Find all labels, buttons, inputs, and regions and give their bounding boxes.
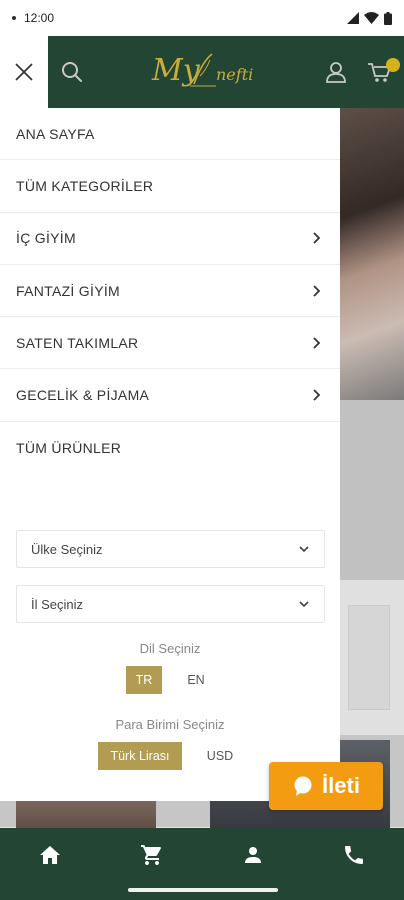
home-icon[interactable] bbox=[38, 843, 62, 867]
menu-item-nightwear-pajama[interactable]: GECELİK & PİJAMA bbox=[0, 369, 340, 422]
category-menu: ANA SAYFA TÜM KATEGORİLER İÇ GİYİM FANTA… bbox=[0, 108, 340, 474]
menu-item-label: ANA SAYFA bbox=[16, 125, 95, 142]
city-select-value: İl Seçiniz bbox=[31, 596, 84, 612]
city-select[interactable]: İl Seçiniz bbox=[16, 585, 325, 623]
menu-item-all-categories[interactable]: TÜM KATEGORİLER bbox=[0, 160, 340, 213]
currency-title: Para Birimi Seçiniz bbox=[115, 717, 225, 732]
menu-item-all-products[interactable]: TÜM ÜRÜNLER bbox=[0, 422, 340, 474]
status-bar: 12:00 bbox=[0, 0, 404, 36]
close-icon bbox=[15, 63, 33, 81]
menu-item-label: İÇ GİYİM bbox=[16, 230, 76, 247]
language-options: TR EN bbox=[0, 666, 340, 694]
notification-dot-icon bbox=[12, 16, 16, 20]
user-icon[interactable] bbox=[241, 843, 265, 867]
menu-item-fantasy-wear[interactable]: FANTAZİ GİYİM bbox=[0, 265, 340, 318]
battery-icon bbox=[384, 11, 392, 25]
wifi-icon bbox=[364, 12, 379, 24]
chat-button[interactable]: İleti bbox=[269, 762, 383, 810]
menu-item-label: GECELİK & PİJAMA bbox=[16, 387, 150, 404]
account-icon[interactable] bbox=[322, 58, 350, 86]
app-header: My nefti bbox=[0, 36, 404, 108]
menu-item-satin-sets[interactable]: SATEN TAKIMLAR bbox=[0, 317, 340, 370]
language-title: Dil Seçiniz bbox=[139, 641, 201, 656]
gesture-home-bar bbox=[128, 888, 278, 892]
chat-label: İleti bbox=[322, 773, 360, 798]
chevron-right-icon bbox=[313, 337, 321, 349]
language-en-button[interactable]: EN bbox=[178, 666, 214, 694]
menu-item-label: TÜM KATEGORİLER bbox=[16, 177, 154, 194]
status-icons bbox=[347, 11, 392, 25]
chevron-down-icon bbox=[299, 546, 309, 553]
menu-item-home[interactable]: ANA SAYFA bbox=[0, 108, 340, 161]
brand-logo[interactable]: My nefti bbox=[150, 46, 270, 98]
navigation-drawer: ANA SAYFA TÜM KATEGORİLER İÇ GİYİM FANTA… bbox=[0, 108, 340, 801]
chevron-right-icon bbox=[313, 389, 321, 401]
phone-icon[interactable] bbox=[342, 843, 366, 867]
country-select[interactable]: Ülke Seçiniz bbox=[16, 530, 325, 568]
chevron-down-icon bbox=[299, 601, 309, 608]
menu-item-label: TÜM ÜRÜNLER bbox=[16, 439, 122, 456]
currency-try-button[interactable]: Türk Lirası bbox=[98, 742, 182, 770]
shopping-cart-icon[interactable] bbox=[140, 843, 164, 867]
menu-item-label: SATEN TAKIMLAR bbox=[16, 334, 139, 351]
chevron-right-icon bbox=[313, 232, 321, 244]
menu-item-label: FANTAZİ GİYİM bbox=[16, 282, 120, 299]
chat-bubble-icon bbox=[294, 776, 312, 796]
bottom-navigation bbox=[0, 828, 404, 900]
close-drawer-button[interactable] bbox=[0, 36, 48, 108]
logo-mark: My nefti bbox=[151, 53, 253, 88]
cart-badge bbox=[386, 58, 400, 72]
search-icon[interactable] bbox=[58, 58, 86, 86]
logo-text-right: nefti bbox=[216, 65, 253, 84]
chevron-right-icon bbox=[313, 284, 321, 297]
signal-icon bbox=[347, 12, 359, 24]
currency-usd-button[interactable]: USD bbox=[198, 742, 242, 770]
logo-text-left: My bbox=[151, 53, 201, 88]
menu-item-underwear[interactable]: İÇ GİYİM bbox=[0, 213, 340, 265]
status-time: 12:00 bbox=[24, 11, 55, 25]
country-select-value: Ülke Seçiniz bbox=[31, 541, 103, 557]
language-tr-button[interactable]: TR bbox=[126, 666, 162, 694]
